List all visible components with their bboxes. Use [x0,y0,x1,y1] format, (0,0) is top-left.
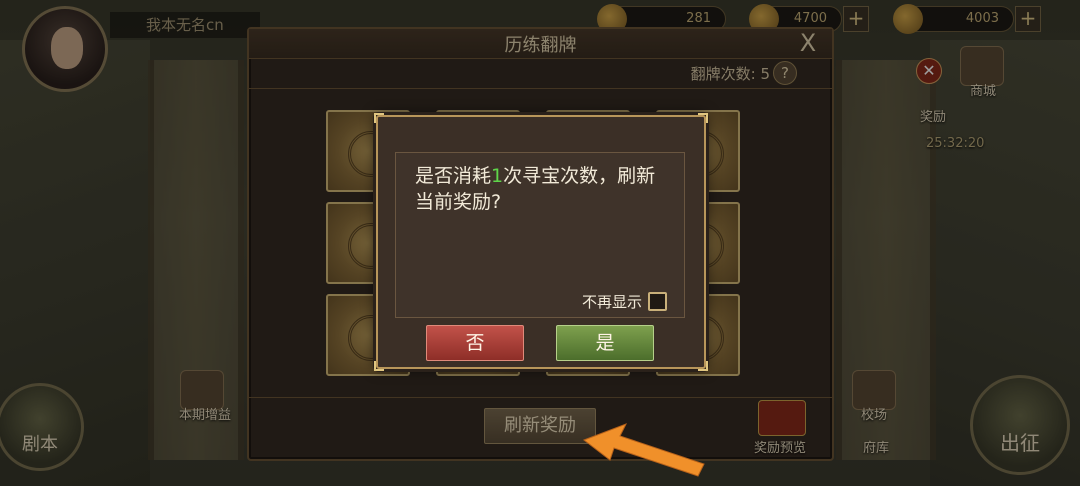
dont-show-again-label: 不再显示 [581,293,642,311]
dialog-corner-ornament [374,361,384,371]
dialog-corner-ornament [698,361,708,371]
dialog-message: 是否消耗1次寻宝次数，刷新当前奖励? [415,163,665,215]
dialog-corner-ornament [698,113,708,123]
yes-button[interactable]: 是 [556,325,654,361]
dialog-cost-value: 1 [491,165,504,187]
no-button[interactable]: 否 [426,325,524,361]
dialog-corner-ornament [374,113,384,123]
dont-show-again-checkbox[interactable] [648,292,667,311]
pointer-arrow-icon [582,423,705,477]
dialog-message-prefix: 是否消耗 [415,165,492,187]
